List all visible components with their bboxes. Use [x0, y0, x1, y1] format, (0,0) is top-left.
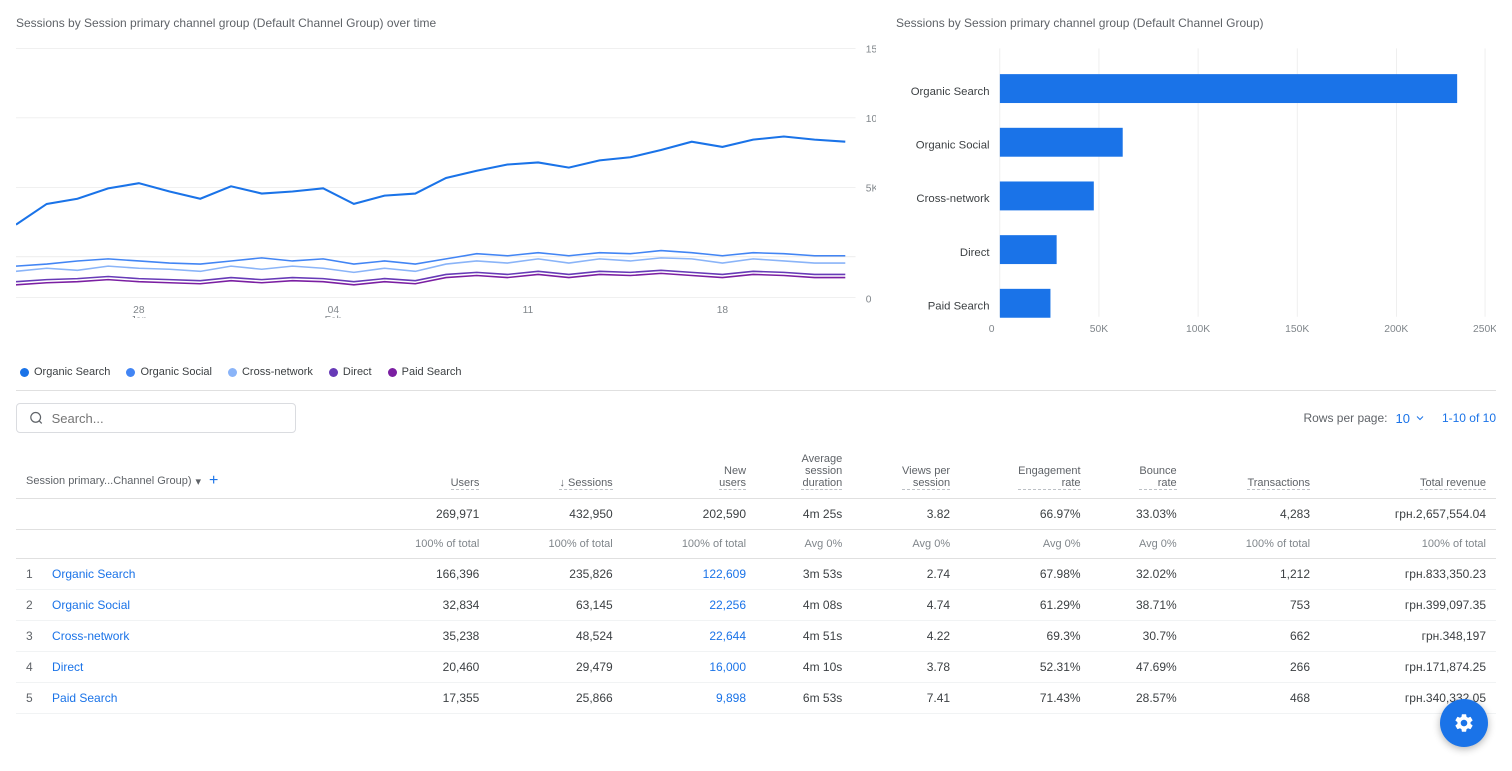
legend-dot-organic-social: [126, 368, 135, 377]
totals-row: 269,971 432,950 202,590 4m 25s 3.82 66.9…: [16, 499, 1496, 530]
legend-item-organic-search: Organic Search: [20, 366, 110, 378]
channel-cell[interactable]: Direct: [52, 660, 83, 674]
fab-button[interactable]: [1440, 699, 1488, 747]
legend-dot-direct: [329, 368, 338, 377]
svg-text:Paid Search: Paid Search: [928, 300, 990, 312]
svg-text:10K: 10K: [866, 114, 876, 125]
svg-text:Cross-network: Cross-network: [916, 193, 989, 205]
table-row: 2 Organic Social 32,834 63,145 22,256 4m…: [16, 590, 1496, 621]
svg-text:15K: 15K: [866, 44, 876, 55]
search-icon: [29, 410, 44, 426]
rank-cell: 3: [26, 629, 33, 643]
total-new-users: 202,590: [623, 499, 756, 530]
legend-item-cross-network: Cross-network: [228, 366, 313, 378]
svg-text:Organic Search: Organic Search: [911, 86, 990, 98]
svg-text:100K: 100K: [1186, 324, 1210, 335]
svg-text:0: 0: [866, 294, 872, 305]
col-header-users: Users: [356, 445, 489, 499]
svg-text:250K: 250K: [1473, 324, 1496, 335]
svg-text:Direct: Direct: [960, 247, 990, 259]
dropdown-arrow-icon: [1414, 412, 1426, 424]
col-header-total-revenue: Total revenue: [1320, 445, 1496, 499]
search-input[interactable]: [52, 411, 283, 426]
total-sessions: 432,950: [489, 499, 622, 530]
legend-item-paid-search: Paid Search: [388, 366, 462, 378]
svg-text:50K: 50K: [1090, 324, 1108, 335]
legend-label-cross-network: Cross-network: [242, 366, 313, 378]
svg-text:Organic Social: Organic Social: [916, 139, 990, 151]
settings-icon: [1453, 712, 1475, 734]
col-header-bounce-rate: Bounce rate: [1091, 445, 1187, 499]
table-row: 1 Organic Search 166,396 235,826 122,609…: [16, 559, 1496, 590]
channel-cell[interactable]: Paid Search: [52, 691, 117, 705]
totals-sub-row: 100% of total 100% of total 100% of tota…: [16, 530, 1496, 559]
legend-label-paid-search: Paid Search: [402, 366, 462, 378]
total-engagement-rate: 66.97%: [960, 499, 1090, 530]
channel-cell[interactable]: Cross-network: [52, 629, 129, 643]
sort-down-icon: ↓: [559, 477, 568, 489]
channel-cell[interactable]: Organic Search: [52, 567, 135, 581]
rows-per-page-value: 10: [1395, 411, 1409, 426]
legend-dot-cross-network: [228, 368, 237, 377]
svg-text:200K: 200K: [1384, 324, 1408, 335]
line-chart-title: Sessions by Session primary channel grou…: [16, 16, 876, 30]
col-header-transactions: Transactions: [1187, 445, 1320, 499]
col-header-new-users: New users: [623, 445, 756, 499]
search-box[interactable]: [16, 403, 296, 433]
bar-chart-title: Sessions by Session primary channel grou…: [896, 16, 1496, 30]
table-row: 4 Direct 20,460 29,479 16,000 4m 10s 3.7…: [16, 652, 1496, 683]
table-header-row: Session primary...Channel Group) ▾ + Use…: [16, 445, 1496, 499]
table-row: 3 Cross-network 35,238 48,524 22,644 4m …: [16, 621, 1496, 652]
rank-cell: 2: [26, 598, 33, 612]
col-header-views-per-session: Views per session: [852, 445, 960, 499]
legend-item-direct: Direct: [329, 366, 372, 378]
total-views-per-session: 3.82: [852, 499, 960, 530]
rows-per-page-select[interactable]: 10: [1395, 411, 1425, 426]
total-users: 269,971: [356, 499, 489, 530]
svg-text:150K: 150K: [1285, 324, 1309, 335]
svg-text:11: 11: [523, 305, 534, 316]
legend-dot-paid-search: [388, 368, 397, 377]
rank-cell: 1: [26, 567, 33, 581]
svg-text:0: 0: [989, 324, 995, 335]
svg-text:Feb: Feb: [325, 315, 343, 318]
table-controls: Rows per page: 10 1-10 of 10: [16, 403, 1496, 433]
line-chart-svg: 15K 10K 5K 0 28 Jan: [16, 38, 876, 318]
rank-cell: 4: [26, 660, 33, 674]
total-revenue: грн.2,657,554.04: [1320, 499, 1496, 530]
bar-chart-svg: 0 50K 100K 150K 200K 250K Organic Search…: [896, 38, 1496, 358]
total-bounce-rate: 33.03%: [1091, 499, 1187, 530]
chart-legend: Organic Search Organic Social Cross-netw…: [16, 366, 876, 378]
rank-cell: 5: [26, 691, 33, 705]
page-info: 1-10 of 10: [1442, 411, 1496, 425]
legend-label-direct: Direct: [343, 366, 372, 378]
total-transactions: 4,283: [1187, 499, 1320, 530]
col-header-channel: Session primary...Channel Group) ▾ +: [16, 445, 356, 499]
legend-item-organic-social: Organic Social: [126, 366, 212, 378]
svg-text:Jan: Jan: [131, 315, 148, 318]
col-header-avg-session: Average session duration: [756, 445, 852, 499]
legend-dot-organic-search: [20, 368, 29, 377]
svg-text:18: 18: [717, 305, 729, 316]
svg-text:5K: 5K: [866, 183, 876, 194]
add-column-button[interactable]: +: [209, 472, 218, 490]
total-avg-session: 4m 25s: [756, 499, 852, 530]
legend-label-organic-social: Organic Social: [140, 366, 212, 378]
legend-label-organic-search: Organic Search: [34, 366, 110, 378]
col-header-engagement-rate: Engagement rate: [960, 445, 1090, 499]
channel-cell[interactable]: Organic Social: [52, 598, 130, 612]
col-header-sessions: ↓ Sessions: [489, 445, 622, 499]
table-row: 5 Paid Search 17,355 25,866 9,898 6m 53s…: [16, 683, 1496, 714]
data-table: Session primary...Channel Group) ▾ + Use…: [16, 445, 1496, 714]
rows-per-page-label: Rows per page:: [1303, 411, 1387, 425]
channel-dropdown-icon[interactable]: ▾: [195, 475, 201, 488]
